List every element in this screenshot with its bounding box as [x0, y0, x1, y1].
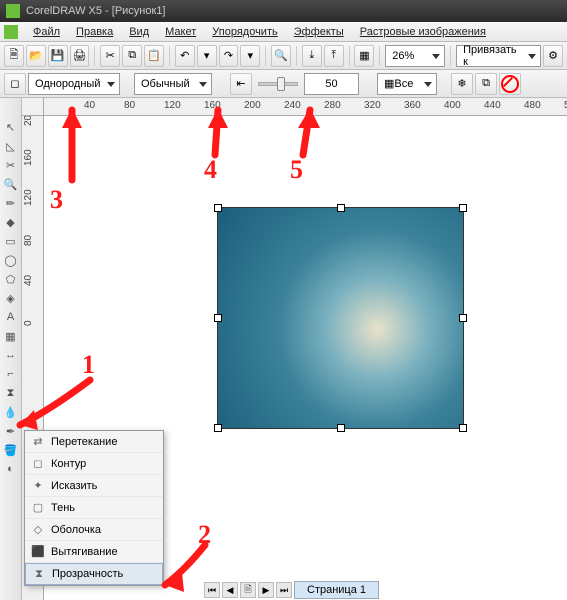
annotation-3: 3 [50, 185, 63, 215]
annotation-5: 5 [290, 155, 303, 185]
annotation-4: 4 [204, 155, 217, 185]
annotation-1: 1 [82, 350, 95, 380]
annotation-2: 2 [198, 520, 211, 550]
annotation-arrow-5 [0, 0, 567, 600]
